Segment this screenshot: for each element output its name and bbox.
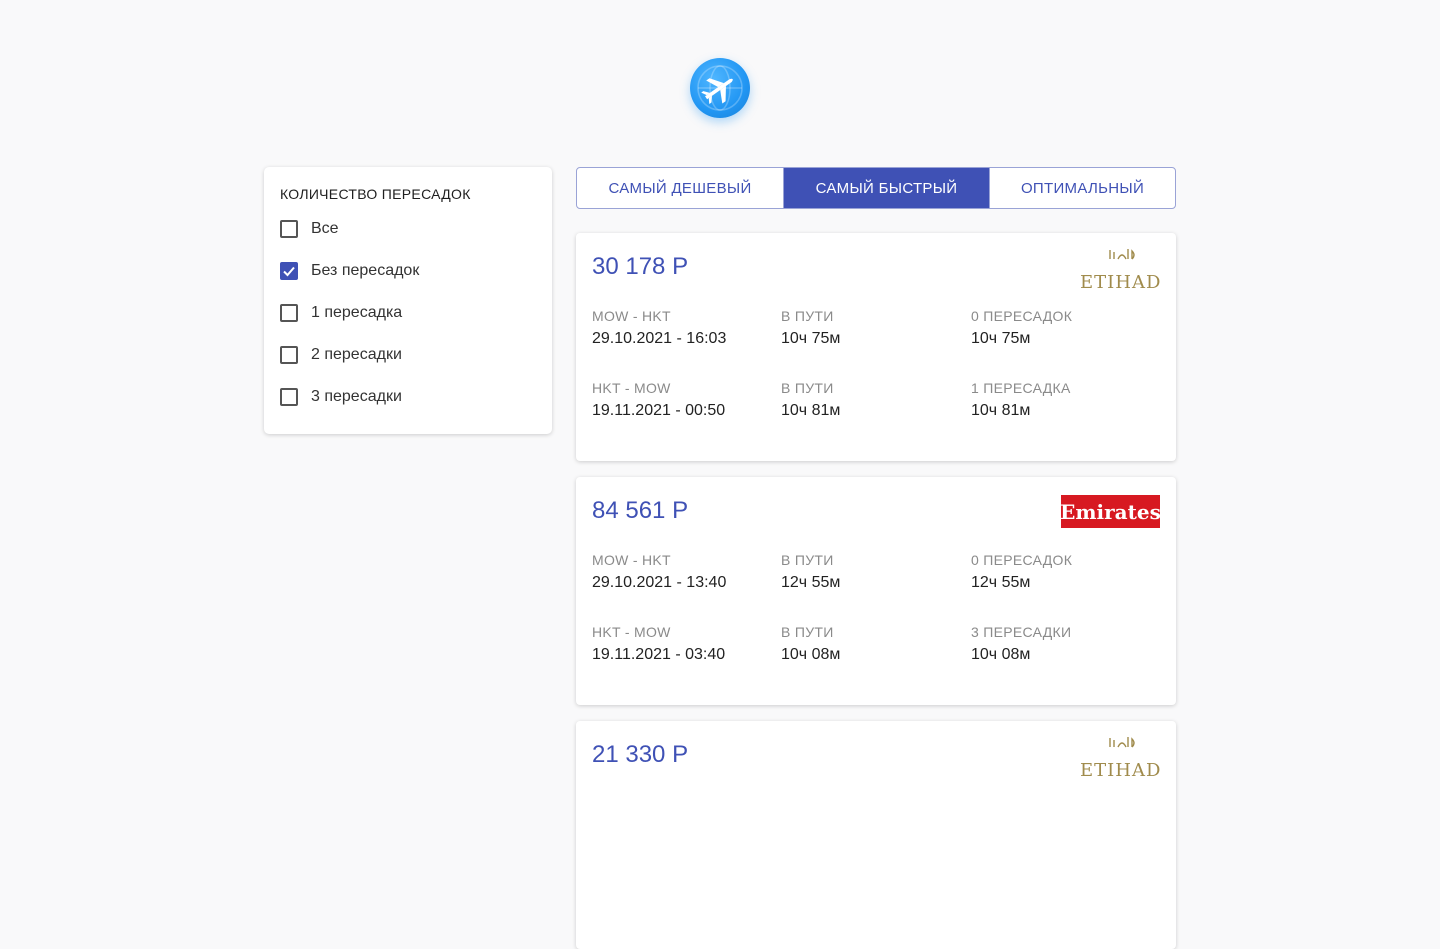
filter-option-label: Все bbox=[311, 220, 339, 237]
segment-duration: 10ч 81м bbox=[781, 402, 841, 419]
filter-option-1-stop[interactable]: 1 пересадка bbox=[280, 301, 402, 325]
checkbox[interactable] bbox=[280, 220, 298, 238]
segment-stops-label: 1 ПЕРЕСАДКА bbox=[971, 380, 1071, 396]
ticket-card[interactable]: 84 561 Р Emirates MOW - HKT 29.10.2021 -… bbox=[576, 477, 1176, 705]
segment-route: MOW - HKT bbox=[592, 308, 671, 324]
ticket-card[interactable]: 30 178 Р ETIHAD MOW - HKT 29.10.2021 - 1… bbox=[576, 233, 1176, 461]
stops-filter-panel: КОЛИЧЕСТВО ПЕРЕСАДОК Все Без пересадок 1… bbox=[264, 167, 552, 434]
tab-fastest[interactable]: САМЫЙ БЫСТРЫЙ bbox=[783, 168, 989, 208]
carrier-logo-etihad: ETIHAD bbox=[1080, 247, 1160, 292]
segment-stops-value: 10ч 81м bbox=[971, 402, 1031, 419]
segment-stops-label: 0 ПЕРЕСАДОК bbox=[971, 308, 1073, 324]
segment-duration: 12ч 55м bbox=[781, 574, 841, 591]
checkbox-checked[interactable] bbox=[280, 262, 298, 280]
filter-option-3-stops[interactable]: 3 пересадки bbox=[280, 385, 402, 409]
segment-route: MOW - HKT bbox=[592, 552, 671, 568]
segment-route: HKT - MOW bbox=[592, 624, 671, 640]
ticket-card[interactable]: 21 330 Р ETIHAD bbox=[576, 721, 1176, 949]
filter-option-all[interactable]: Все bbox=[280, 217, 339, 241]
segment-stops-value: 10ч 75м bbox=[971, 330, 1031, 347]
segment-datetime: 19.11.2021 - 00:50 bbox=[592, 402, 726, 419]
checkbox[interactable] bbox=[280, 346, 298, 364]
segment-datetime: 29.10.2021 - 13:40 bbox=[592, 574, 727, 591]
filter-option-label: 1 пересадка bbox=[311, 304, 403, 321]
sort-tabs: САМЫЙ ДЕШЕВЫЙ САМЫЙ БЫСТРЫЙ ОПТИМАЛЬНЫЙ bbox=[576, 167, 1176, 209]
segment-duration-label: В ПУТИ bbox=[781, 624, 834, 640]
segment-duration: 10ч 75м bbox=[781, 330, 841, 347]
segment-duration-label: В ПУТИ bbox=[781, 552, 834, 568]
segment-stops-label: 3 ПЕРЕСАДКИ bbox=[971, 624, 1072, 640]
segment-datetime: 19.11.2021 - 03:40 bbox=[592, 646, 726, 663]
carrier-name: ETIHAD bbox=[1080, 760, 1162, 781]
check-icon bbox=[283, 266, 295, 277]
app-logo bbox=[690, 58, 750, 118]
segment-duration-label: В ПУТИ bbox=[781, 380, 834, 396]
airplane-icon bbox=[697, 65, 743, 111]
segment-stops-label: 0 ПЕРЕСАДОК bbox=[971, 552, 1073, 568]
carrier-name: ETIHAD bbox=[1080, 272, 1162, 293]
checkbox[interactable] bbox=[280, 304, 298, 322]
ticket-price: 30 178 Р bbox=[592, 253, 689, 280]
ticket-price: 84 561 Р bbox=[592, 497, 689, 524]
filter-option-nonstop[interactable]: Без пересадок bbox=[280, 259, 419, 283]
tab-cheapest[interactable]: САМЫЙ ДЕШЕВЫЙ bbox=[577, 168, 783, 208]
arabic-script-mark bbox=[1109, 249, 1135, 260]
carrier-logo-emirates: Emirates bbox=[1060, 495, 1161, 528]
segment-stops-value: 10ч 08м bbox=[971, 646, 1031, 663]
filter-title: КОЛИЧЕСТВО ПЕРЕСАДОК bbox=[280, 186, 471, 202]
segment-datetime: 29.10.2021 - 16:03 bbox=[592, 330, 727, 347]
segment-stops-value: 12ч 55м bbox=[971, 574, 1031, 591]
filter-option-label: 2 пересадки bbox=[311, 346, 402, 363]
checkbox[interactable] bbox=[280, 388, 298, 406]
arabic-script-mark bbox=[1109, 737, 1135, 748]
filter-option-label: 3 пересадки bbox=[311, 388, 402, 405]
ticket-price: 21 330 Р bbox=[592, 741, 689, 768]
segment-duration: 10ч 08м bbox=[781, 646, 841, 663]
tab-optimal[interactable]: ОПТИМАЛЬНЫЙ bbox=[989, 168, 1175, 208]
carrier-name: Emirates bbox=[1060, 495, 1161, 528]
segment-duration-label: В ПУТИ bbox=[781, 308, 834, 324]
segment-route: HKT - MOW bbox=[592, 380, 671, 396]
filter-option-2-stops[interactable]: 2 пересадки bbox=[280, 343, 402, 367]
filter-option-label: Без пересадок bbox=[311, 262, 420, 279]
carrier-logo-etihad: ETIHAD bbox=[1080, 735, 1160, 780]
